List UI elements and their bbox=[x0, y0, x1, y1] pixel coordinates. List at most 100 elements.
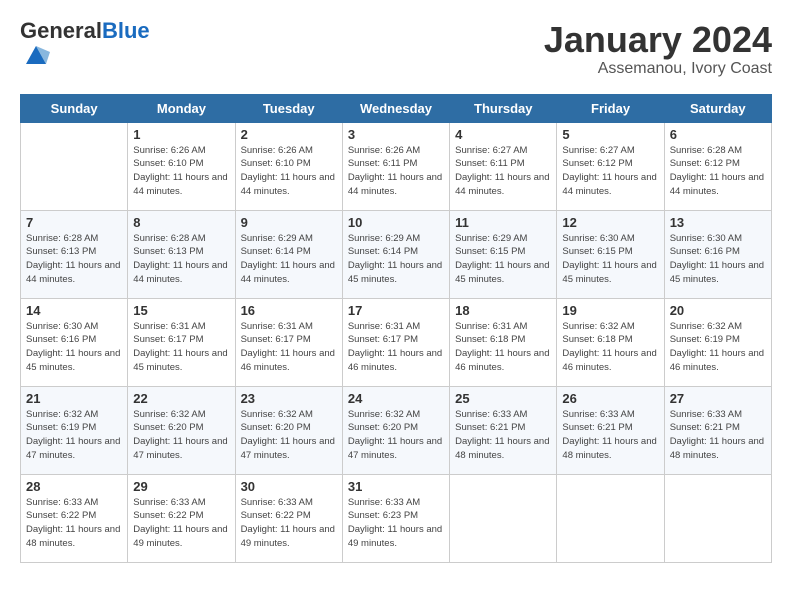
day-number: 30 bbox=[241, 479, 337, 494]
calendar-cell bbox=[557, 474, 664, 562]
day-number: 24 bbox=[348, 391, 444, 406]
calendar-cell: 23 Sunrise: 6:32 AM Sunset: 6:20 PM Dayli… bbox=[235, 386, 342, 474]
calendar-cell bbox=[664, 474, 771, 562]
day-number: 10 bbox=[348, 215, 444, 230]
calendar-cell: 21 Sunrise: 6:32 AM Sunset: 6:19 PM Dayli… bbox=[21, 386, 128, 474]
weekday-header-thursday: Thursday bbox=[450, 94, 557, 122]
day-info: Sunrise: 6:30 AM Sunset: 6:16 PM Dayligh… bbox=[670, 232, 766, 287]
calendar-cell: 6Sunrise: 6:28 AM Sunset: 6:12 PM Daylig… bbox=[664, 122, 771, 210]
calendar-cell: 4 Sunrise: 6:27 AM Sunset: 6:11 PM Daylig… bbox=[450, 122, 557, 210]
calendar-cell: 25Sunrise: 6:33 AM Sunset: 6:21 PM Dayli… bbox=[450, 386, 557, 474]
weekday-header-monday: Monday bbox=[128, 94, 235, 122]
day-number: 26 bbox=[562, 391, 658, 406]
calendar-cell: 20 Sunrise: 6:32 AM Sunset: 6:19 PM Dayli… bbox=[664, 298, 771, 386]
day-info: Sunrise: 6:28 AM Sunset: 6:13 PM Dayligh… bbox=[133, 232, 229, 287]
calendar-cell: 18 Sunrise: 6:31 AM Sunset: 6:18 PM Dayli… bbox=[450, 298, 557, 386]
day-info: Sunrise: 6:31 AM Sunset: 6:17 PM Dayligh… bbox=[133, 320, 229, 375]
day-number: 2 bbox=[241, 127, 337, 142]
calendar-cell: 11Sunrise: 6:29 AM Sunset: 6:15 PM Dayli… bbox=[450, 210, 557, 298]
day-info: Sunrise: 6:26 AM Sunset: 6:10 PM Dayligh… bbox=[241, 144, 337, 199]
calendar-cell: 13Sunrise: 6:30 AM Sunset: 6:16 PM Dayli… bbox=[664, 210, 771, 298]
weekday-header-wednesday: Wednesday bbox=[342, 94, 449, 122]
day-info: Sunrise: 6:27 AM Sunset: 6:11 PM Dayligh… bbox=[455, 144, 551, 199]
day-info: Sunrise: 6:33 AM Sunset: 6:21 PM Dayligh… bbox=[670, 408, 766, 463]
day-info: Sunrise: 6:33 AM Sunset: 6:22 PM Dayligh… bbox=[133, 496, 229, 551]
day-info: Sunrise: 6:33 AM Sunset: 6:22 PM Dayligh… bbox=[26, 496, 122, 551]
day-number: 15 bbox=[133, 303, 229, 318]
calendar-cell: 31Sunrise: 6:33 AM Sunset: 6:23 PM Dayli… bbox=[342, 474, 449, 562]
day-number: 11 bbox=[455, 215, 551, 230]
day-number: 7 bbox=[26, 215, 122, 230]
day-number: 16 bbox=[241, 303, 337, 318]
calendar-cell: 12 Sunrise: 6:30 AM Sunset: 6:15 PM Dayli… bbox=[557, 210, 664, 298]
logo-icon bbox=[22, 42, 50, 70]
calendar-cell: 17 Sunrise: 6:31 AM Sunset: 6:17 PM Dayli… bbox=[342, 298, 449, 386]
day-number: 14 bbox=[26, 303, 122, 318]
calendar-week-1: 1 Sunrise: 6:26 AM Sunset: 6:10 PM Daylig… bbox=[21, 122, 772, 210]
calendar-cell: 8 Sunrise: 6:28 AM Sunset: 6:13 PM Daylig… bbox=[128, 210, 235, 298]
calendar-cell: 5 Sunrise: 6:27 AM Sunset: 6:12 PM Daylig… bbox=[557, 122, 664, 210]
calendar-cell: 14 Sunrise: 6:30 AM Sunset: 6:16 PM Dayli… bbox=[21, 298, 128, 386]
weekday-header-saturday: Saturday bbox=[664, 94, 771, 122]
calendar-cell: 9 Sunrise: 6:29 AM Sunset: 6:14 PM Daylig… bbox=[235, 210, 342, 298]
day-info: Sunrise: 6:33 AM Sunset: 6:22 PM Dayligh… bbox=[241, 496, 337, 551]
day-number: 12 bbox=[562, 215, 658, 230]
day-number: 20 bbox=[670, 303, 766, 318]
page-header: GeneralBlue January 2024 Assemanou, Ivor… bbox=[20, 20, 772, 78]
calendar-week-2: 7 Sunrise: 6:28 AM Sunset: 6:13 PM Daylig… bbox=[21, 210, 772, 298]
day-info: Sunrise: 6:32 AM Sunset: 6:18 PM Dayligh… bbox=[562, 320, 658, 375]
month-title: January 2024 bbox=[544, 20, 772, 60]
title-block: January 2024 Assemanou, Ivory Coast bbox=[544, 20, 772, 78]
calendar-cell: 10Sunrise: 6:29 AM Sunset: 6:14 PM Dayli… bbox=[342, 210, 449, 298]
calendar-week-3: 14 Sunrise: 6:30 AM Sunset: 6:16 PM Dayli… bbox=[21, 298, 772, 386]
day-info: Sunrise: 6:30 AM Sunset: 6:16 PM Dayligh… bbox=[26, 320, 122, 375]
day-number: 1 bbox=[133, 127, 229, 142]
calendar-cell: 16 Sunrise: 6:31 AM Sunset: 6:17 PM Dayli… bbox=[235, 298, 342, 386]
calendar-cell: 1 Sunrise: 6:26 AM Sunset: 6:10 PM Daylig… bbox=[128, 122, 235, 210]
day-info: Sunrise: 6:27 AM Sunset: 6:12 PM Dayligh… bbox=[562, 144, 658, 199]
day-info: Sunrise: 6:32 AM Sunset: 6:20 PM Dayligh… bbox=[133, 408, 229, 463]
calendar-cell: 7 Sunrise: 6:28 AM Sunset: 6:13 PM Daylig… bbox=[21, 210, 128, 298]
day-info: Sunrise: 6:32 AM Sunset: 6:20 PM Dayligh… bbox=[241, 408, 337, 463]
day-info: Sunrise: 6:28 AM Sunset: 6:13 PM Dayligh… bbox=[26, 232, 122, 287]
day-info: Sunrise: 6:33 AM Sunset: 6:21 PM Dayligh… bbox=[562, 408, 658, 463]
weekday-header-sunday: Sunday bbox=[21, 94, 128, 122]
day-info: Sunrise: 6:32 AM Sunset: 6:19 PM Dayligh… bbox=[670, 320, 766, 375]
calendar-cell: 19Sunrise: 6:32 AM Sunset: 6:18 PM Dayli… bbox=[557, 298, 664, 386]
day-info: Sunrise: 6:31 AM Sunset: 6:17 PM Dayligh… bbox=[241, 320, 337, 375]
calendar-cell: 30 Sunrise: 6:33 AM Sunset: 6:22 PM Dayli… bbox=[235, 474, 342, 562]
day-number: 8 bbox=[133, 215, 229, 230]
day-number: 4 bbox=[455, 127, 551, 142]
day-number: 21 bbox=[26, 391, 122, 406]
day-number: 3 bbox=[348, 127, 444, 142]
calendar-cell: 27Sunrise: 6:33 AM Sunset: 6:21 PM Dayli… bbox=[664, 386, 771, 474]
logo-general-text: General bbox=[20, 18, 102, 43]
weekday-header-tuesday: Tuesday bbox=[235, 94, 342, 122]
calendar-cell: 24 Sunrise: 6:32 AM Sunset: 6:20 PM Dayli… bbox=[342, 386, 449, 474]
calendar-cell: 26 Sunrise: 6:33 AM Sunset: 6:21 PM Dayli… bbox=[557, 386, 664, 474]
day-number: 5 bbox=[562, 127, 658, 142]
calendar-cell: 22 Sunrise: 6:32 AM Sunset: 6:20 PM Dayli… bbox=[128, 386, 235, 474]
day-number: 23 bbox=[241, 391, 337, 406]
day-number: 17 bbox=[348, 303, 444, 318]
day-info: Sunrise: 6:29 AM Sunset: 6:14 PM Dayligh… bbox=[241, 232, 337, 287]
logo-blue-text: Blue bbox=[102, 18, 150, 43]
calendar-cell: 29Sunrise: 6:33 AM Sunset: 6:22 PM Dayli… bbox=[128, 474, 235, 562]
day-number: 31 bbox=[348, 479, 444, 494]
day-info: Sunrise: 6:28 AM Sunset: 6:12 PM Dayligh… bbox=[670, 144, 766, 199]
day-info: Sunrise: 6:30 AM Sunset: 6:15 PM Dayligh… bbox=[562, 232, 658, 287]
day-number: 18 bbox=[455, 303, 551, 318]
day-info: Sunrise: 6:32 AM Sunset: 6:19 PM Dayligh… bbox=[26, 408, 122, 463]
day-number: 9 bbox=[241, 215, 337, 230]
logo: GeneralBlue bbox=[20, 20, 150, 75]
calendar-week-5: 28 Sunrise: 6:33 AM Sunset: 6:22 PM Dayli… bbox=[21, 474, 772, 562]
day-number: 28 bbox=[26, 479, 122, 494]
calendar-cell: 15 Sunrise: 6:31 AM Sunset: 6:17 PM Dayli… bbox=[128, 298, 235, 386]
day-info: Sunrise: 6:33 AM Sunset: 6:21 PM Dayligh… bbox=[455, 408, 551, 463]
day-info: Sunrise: 6:26 AM Sunset: 6:10 PM Dayligh… bbox=[133, 144, 229, 199]
day-info: Sunrise: 6:31 AM Sunset: 6:18 PM Dayligh… bbox=[455, 320, 551, 375]
day-info: Sunrise: 6:31 AM Sunset: 6:17 PM Dayligh… bbox=[348, 320, 444, 375]
day-number: 22 bbox=[133, 391, 229, 406]
calendar-cell bbox=[450, 474, 557, 562]
day-info: Sunrise: 6:32 AM Sunset: 6:20 PM Dayligh… bbox=[348, 408, 444, 463]
